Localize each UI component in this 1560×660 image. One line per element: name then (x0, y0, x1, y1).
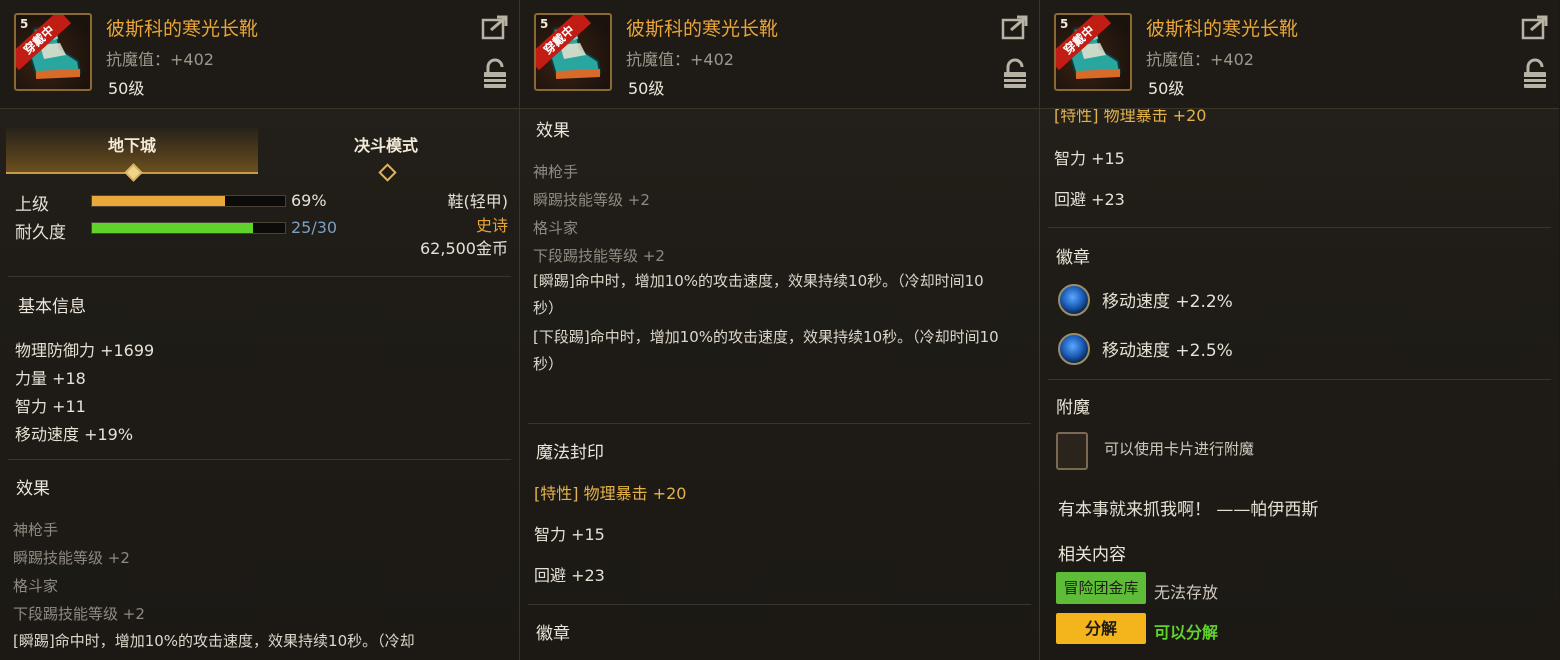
disassemble-button[interactable]: 分解 (1056, 613, 1146, 644)
related-title: 相关内容 (1058, 545, 1126, 565)
seal-stat: 智力 +15 (534, 525, 605, 544)
effect-line: 下段踢技能等级 +2 (533, 247, 665, 265)
item-level: 50级 (1148, 79, 1185, 98)
item-tooltip-panel-1: 5 穿戴中 彼斯科的寒光长靴 抗魔值：+402 50级 地下城 决斗模式 上级 … (0, 0, 519, 660)
divider (8, 459, 511, 460)
mode-tabs: 地下城 决斗模式 (6, 128, 512, 182)
lock-icon[interactable] (1003, 58, 1027, 90)
effect-line: 神枪手 (13, 521, 59, 539)
basic-info-title: 基本信息 (18, 297, 86, 317)
card-slot-icon[interactable] (1056, 432, 1088, 470)
boot-icon[interactable]: 5 穿戴中 (534, 13, 612, 91)
stat-line: 移动速度 +19% (15, 425, 134, 444)
tab-dungeon[interactable]: 地下城 (6, 128, 258, 182)
resist-value: 抗魔值：+402 (106, 50, 214, 69)
tab-indicator-icon (378, 163, 397, 182)
magic-seal-title: 魔法封印 (536, 443, 604, 463)
resist-value: 抗魔值：+402 (1146, 50, 1254, 69)
lock-icon[interactable] (1523, 58, 1547, 90)
boot-icon[interactable]: 5 穿戴中 (14, 13, 92, 91)
seal-stat: 回避 +23 (1054, 190, 1125, 209)
upgrade-bar-fill (92, 196, 226, 206)
divider (1048, 227, 1551, 228)
seal-trait: [特性] 物理暴击 +20 (534, 484, 687, 503)
level-tag: 5 (1060, 17, 1069, 31)
tab-dungeon-label: 地下城 (107, 136, 156, 155)
share-icon[interactable] (481, 14, 509, 40)
emblem-title: 徽章 (1056, 248, 1090, 268)
divider (528, 423, 1031, 424)
level-tag: 5 (540, 17, 549, 31)
stat-line: 力量 +18 (15, 369, 86, 388)
item-level: 50级 (108, 79, 145, 98)
effect-description: [瞬踢]命中时，增加10%的攻击速度，效果持续10秒。（冷却时间10秒） (533, 272, 984, 317)
durability-label: 耐久度 (15, 223, 66, 243)
stat-line: 智力 +11 (15, 397, 86, 416)
item-name: 彼斯科的寒光长靴 (106, 18, 259, 40)
durability-bar (91, 222, 286, 234)
upgrade-label: 上级 (15, 195, 49, 215)
emblem-icon[interactable] (1058, 333, 1090, 365)
item-header: 5 穿戴中 彼斯科的寒光长靴 抗魔值：+402 50级 (0, 0, 519, 109)
item-tooltip-panel-3: [特性] 物理暴击 +20 5 穿戴中 彼斯科的寒光长靴 抗魔值：+402 50… (1040, 0, 1559, 660)
effect-line: 瞬踢技能等级 +2 (533, 191, 650, 209)
effect-description: [瞬踢]命中时，增加10%的攻击速度，效果持续10秒。（冷却 (13, 632, 415, 650)
upgrade-bar (91, 195, 286, 207)
item-quote: 有本事就来抓我啊！ ——帕伊西斯 (1058, 500, 1319, 520)
item-tooltip-panel-2: 5 穿戴中 彼斯科的寒光长靴 抗魔值：+402 50级 效果 神枪手 瞬踢技能等… (520, 0, 1039, 660)
enchant-text: 可以使用卡片进行附魔 (1104, 440, 1255, 458)
durability-bar-fill (92, 223, 253, 233)
divider (1048, 379, 1551, 380)
stat-line: 物理防御力 +1699 (15, 341, 155, 360)
effects-title: 效果 (16, 479, 50, 499)
effect-line: 神枪手 (533, 163, 579, 181)
disassemble-status: 可以分解 (1154, 623, 1219, 642)
item-level: 50级 (628, 79, 665, 98)
upgrade-percent: 69% (291, 191, 327, 210)
emblem-icon[interactable] (1058, 284, 1090, 316)
tab-duel-label: 决斗模式 (353, 136, 418, 155)
effect-line: 瞬踢技能等级 +2 (13, 549, 130, 567)
boot-icon[interactable]: 5 穿戴中 (1054, 13, 1132, 91)
emblem-stat: 移动速度 +2.2% (1102, 292, 1233, 312)
share-icon[interactable] (1001, 14, 1029, 40)
item-price: 62,500金币 (420, 239, 508, 258)
item-slot-type: 鞋(轻甲) (447, 192, 509, 211)
durability-value: 25/30 (291, 218, 338, 237)
resist-value: 抗魔值：+402 (626, 50, 734, 69)
emblem-title: 徽章 (536, 624, 570, 644)
item-rarity: 史诗 (475, 216, 508, 235)
effect-line: 格斗家 (13, 577, 59, 595)
seal-stat: 智力 +15 (1054, 149, 1125, 168)
tab-indicator-icon (124, 163, 143, 182)
share-icon[interactable] (1521, 14, 1549, 40)
divider (8, 276, 511, 277)
enchant-title: 附魔 (1056, 398, 1090, 418)
level-tag: 5 (20, 17, 29, 31)
divider (528, 604, 1031, 605)
emblem-stat: 移动速度 +2.5% (1102, 341, 1233, 361)
item-header: 5 穿戴中 彼斯科的寒光长靴 抗魔值：+402 50级 (520, 0, 1039, 109)
item-name: 彼斯科的寒光长靴 (626, 18, 779, 40)
vault-status: 无法存放 (1154, 583, 1219, 602)
effects-title: 效果 (536, 121, 570, 141)
effect-description: [下段踢]命中时，增加10%的攻击速度，效果持续10秒。（冷却时间10秒） (533, 328, 999, 373)
tab-duel[interactable]: 决斗模式 (260, 128, 512, 182)
effect-line: 格斗家 (533, 219, 579, 237)
effect-line: 下段踢技能等级 +2 (13, 605, 145, 623)
seal-stat: 回避 +23 (534, 566, 605, 585)
adventure-vault-button[interactable]: 冒险团金库 (1056, 572, 1146, 604)
lock-icon[interactable] (483, 58, 507, 90)
item-header: 5 穿戴中 彼斯科的寒光长靴 抗魔值：+402 50级 (1040, 0, 1559, 109)
item-name: 彼斯科的寒光长靴 (1146, 18, 1299, 40)
